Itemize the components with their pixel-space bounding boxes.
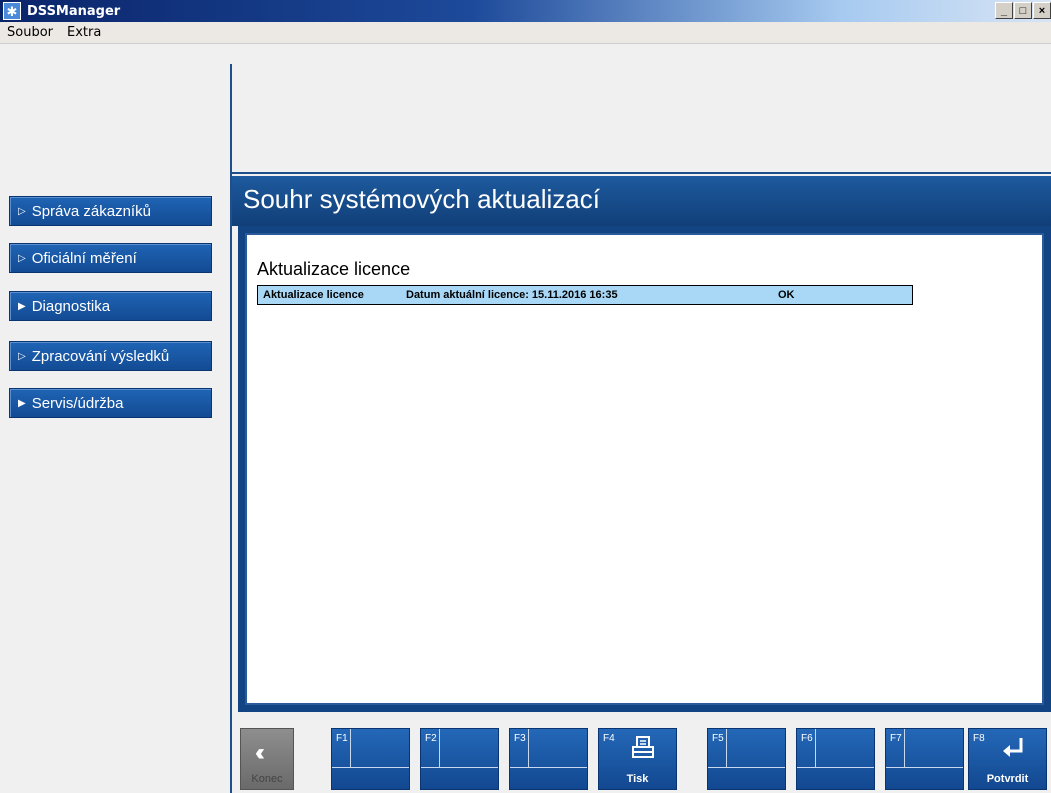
f7-key-label: F7 xyxy=(890,733,902,744)
content-frame: Aktualizace licence Aktualizace licence … xyxy=(238,226,1051,712)
window-title: DSSManager xyxy=(27,3,121,19)
sidebar-item-label: Oficiální měření xyxy=(31,249,137,267)
right-top-panel xyxy=(232,64,1051,174)
row-detail-cell: Datum aktuální licence: 15.11.2016 16:35 xyxy=(406,289,618,301)
row-name-cell: Aktualizace licence xyxy=(263,289,364,301)
f4-key-label: F4 xyxy=(603,733,615,744)
f8-label: Potvrdit xyxy=(986,773,1029,785)
f6-button[interactable]: F6 xyxy=(796,728,875,790)
play-outline-icon: ▷ xyxy=(18,205,26,217)
window-controls: _ □ × xyxy=(994,2,1051,19)
page-header: Souhr systémových aktualizací xyxy=(232,176,1051,226)
title-bar: ✱ DSSManager _ □ × xyxy=(0,0,1051,22)
table-row[interactable]: Aktualizace licence Datum aktuální licen… xyxy=(257,285,913,305)
menu-soubor[interactable]: Soubor xyxy=(0,25,60,40)
content-area: Aktualizace licence Aktualizace licence … xyxy=(245,233,1044,705)
f5-key-label: F5 xyxy=(712,733,724,744)
sidebar-item-diagnostics[interactable]: ▶ Diagnostika xyxy=(9,291,212,321)
f8-confirm-button[interactable]: F8 Potvrdit xyxy=(968,728,1047,790)
function-key-toolbar: ‹‹ Konec F1 F2 F3 F4 Tisk F5 F6 F7 F8 Po… xyxy=(232,712,1051,793)
f2-key-label: F2 xyxy=(425,733,437,744)
minimize-button[interactable]: _ xyxy=(995,2,1013,19)
play-outline-icon: ▷ xyxy=(18,350,26,362)
sidebar-item-label: Zpracování výsledků xyxy=(31,347,170,365)
sidebar-item-label: Diagnostika xyxy=(31,297,111,315)
f1-key-label: F1 xyxy=(336,733,348,744)
sidebar-item-label: Správa zákazníků xyxy=(31,202,151,220)
f4-print-button[interactable]: F4 Tisk xyxy=(598,728,677,790)
konec-label: Konec xyxy=(251,773,283,785)
page-title: Souhr systémových aktualizací xyxy=(243,184,600,214)
sidebar-item-label: Servis/údržba xyxy=(31,394,124,412)
f4-label: Tisk xyxy=(626,773,649,785)
f2-button[interactable]: F2 xyxy=(420,728,499,790)
play-outline-icon: ▷ xyxy=(18,252,26,264)
f3-button[interactable]: F3 xyxy=(509,728,588,790)
f8-key-label: F8 xyxy=(973,733,985,744)
printer-icon xyxy=(632,736,654,758)
f5-button[interactable]: F5 xyxy=(707,728,786,790)
row-status-cell: OK xyxy=(778,289,795,301)
sidebar-item-customers[interactable]: ▷ Správa zákazníků xyxy=(9,196,212,226)
f6-key-label: F6 xyxy=(801,733,813,744)
play-filled-icon: ▶ xyxy=(18,397,26,409)
section-title: Aktualizace licence xyxy=(257,259,411,279)
f3-key-label: F3 xyxy=(514,733,526,744)
play-filled-icon: ▶ xyxy=(18,300,26,312)
left-top-panel xyxy=(0,64,232,174)
sidebar-item-service[interactable]: ▶ Servis/údržba xyxy=(9,388,212,418)
f7-button[interactable]: F7 xyxy=(885,728,964,790)
f1-button[interactable]: F1 xyxy=(331,728,410,790)
menu-extra[interactable]: Extra xyxy=(60,25,108,40)
app-snowflake-icon: ✱ xyxy=(3,2,21,20)
close-button[interactable]: × xyxy=(1033,2,1051,19)
menu-bar: Soubor Extra xyxy=(0,22,1051,44)
sidebar-item-official-measurement[interactable]: ▷ Oficiální měření xyxy=(9,243,212,273)
enter-arrow-icon xyxy=(1003,738,1023,757)
sidebar-item-results[interactable]: ▷ Zpracování výsledků xyxy=(9,341,212,371)
konec-button[interactable]: ‹‹ Konec xyxy=(240,728,294,790)
sidebar: ▷ Správa zákazníků ▷ Oficiální měření ▶ … xyxy=(0,174,232,793)
maximize-button[interactable]: □ xyxy=(1014,2,1032,19)
double-chevron-left-icon: ‹‹ xyxy=(255,739,265,766)
